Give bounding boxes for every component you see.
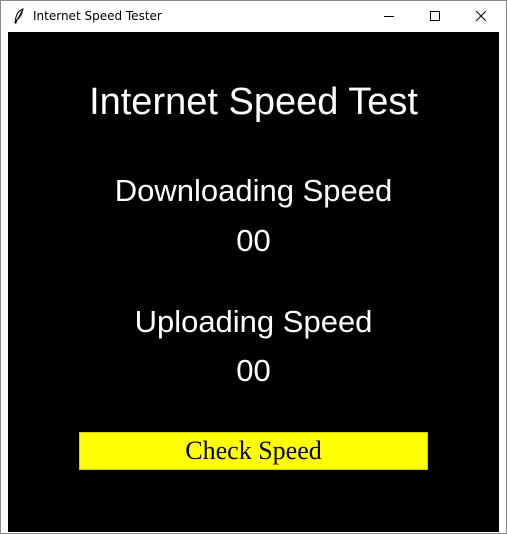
- window-title: Internet Speed Tester: [33, 9, 162, 23]
- maximize-icon: [430, 11, 440, 21]
- maximize-button[interactable]: [412, 1, 458, 31]
- download-speed-value: 00: [236, 223, 271, 258]
- app-heading: Internet Speed Test: [89, 81, 418, 123]
- minimize-icon: [384, 16, 394, 17]
- download-speed-label: Downloading Speed: [114, 173, 393, 208]
- upload-speed-label: Uploading Speed: [134, 304, 373, 339]
- app-window: Internet Speed Tester Internet Speed Tes…: [0, 0, 507, 534]
- feather-icon: [13, 8, 25, 24]
- upload-speed-value: 00: [236, 353, 271, 388]
- close-icon: [476, 11, 486, 21]
- app-content: Internet Speed Test Downloading Speed 00…: [8, 32, 499, 532]
- check-speed-button[interactable]: Check Speed: [79, 432, 428, 470]
- minimize-button[interactable]: [366, 1, 412, 31]
- close-button[interactable]: [458, 1, 504, 31]
- title-bar[interactable]: Internet Speed Tester: [1, 1, 506, 31]
